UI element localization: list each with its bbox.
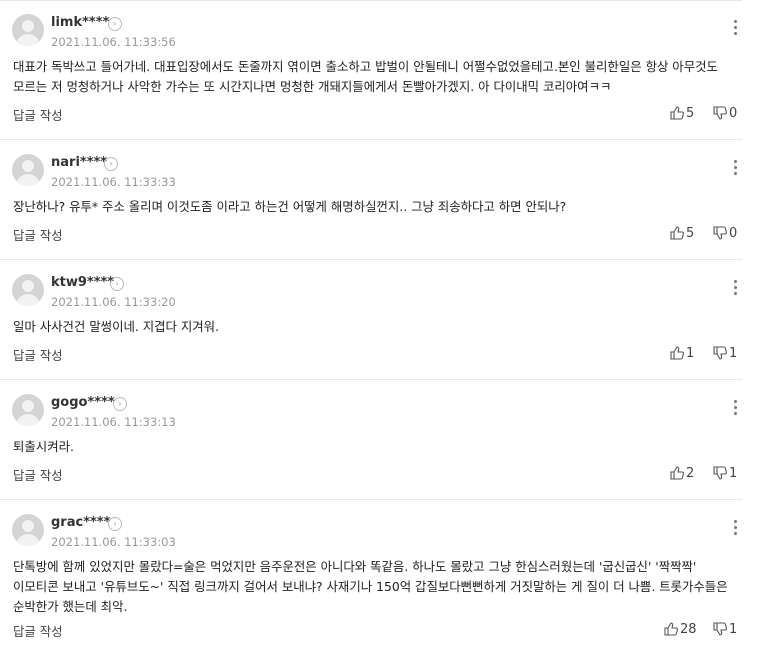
- username[interactable]: grac****: [51, 515, 110, 530]
- more-menu-icon[interactable]: [732, 160, 738, 178]
- comment-text: 대표가 독박쓰고 들어가네. 대표입장에서도 돈줄까지 엮이면 출소하고 밥벌이…: [13, 59, 718, 94]
- dislike-button[interactable]: 1: [713, 622, 737, 637]
- thumbs-up-icon: [670, 106, 684, 120]
- comment-text: 일마 사사건건 말썽이네. 지겹다 지겨워.: [13, 319, 220, 334]
- dislike-button[interactable]: 0: [713, 106, 737, 121]
- more-menu-icon[interactable]: [732, 280, 738, 298]
- dislike-count: 0: [729, 106, 738, 121]
- thumbs-down-icon: [713, 466, 727, 480]
- comment-item: nari**** › 2021.11.06. 11:33:33 장난하나? 유투…: [0, 140, 742, 260]
- timestamp: 2021.11.06. 11:33:56: [51, 35, 176, 49]
- dislike-count: 1: [729, 466, 738, 481]
- reply-button[interactable]: 답글 작성: [13, 346, 63, 364]
- user-more-icon[interactable]: ›: [113, 397, 127, 411]
- like-button[interactable]: 1: [670, 346, 694, 361]
- user-more-icon[interactable]: ›: [110, 277, 124, 291]
- avatar[interactable]: [12, 274, 44, 306]
- user-more-icon[interactable]: ›: [108, 17, 122, 31]
- thumbs-up-icon: [670, 466, 684, 480]
- comment-text: 장난하나? 유투* 주소 올리며 이것도좀 이라고 하는건 어떻게 해명하실껀지…: [13, 199, 567, 214]
- dislike-button[interactable]: 1: [713, 346, 737, 361]
- dislike-button[interactable]: 1: [713, 466, 737, 481]
- comment-text: 퇴출시켜라.: [13, 439, 74, 454]
- dislike-count: 1: [729, 622, 738, 637]
- thumbs-up-icon: [664, 622, 678, 636]
- more-menu-icon[interactable]: [732, 520, 738, 538]
- username[interactable]: gogo****: [51, 395, 115, 410]
- like-count: 28: [680, 622, 697, 637]
- avatar[interactable]: [12, 394, 44, 426]
- timestamp: 2021.11.06. 11:33:03: [51, 535, 176, 549]
- more-menu-icon[interactable]: [732, 20, 738, 38]
- username[interactable]: limk****: [51, 15, 109, 30]
- comment-text: 단톡방에 함께 있었지만 몰랐다=술은 먹었지만 음주운전은 아니다와 똑같음.…: [13, 559, 728, 614]
- like-count: 5: [686, 226, 695, 241]
- user-more-icon[interactable]: ›: [104, 157, 118, 171]
- like-button[interactable]: 28: [664, 622, 697, 637]
- thumbs-down-icon: [713, 106, 727, 120]
- username[interactable]: nari****: [51, 155, 107, 170]
- more-menu-icon[interactable]: [732, 400, 738, 418]
- like-count: 5: [686, 106, 695, 121]
- thumbs-up-icon: [670, 346, 684, 360]
- timestamp: 2021.11.06. 11:33:20: [51, 295, 176, 309]
- like-count: 1: [686, 346, 695, 361]
- avatar[interactable]: [12, 154, 44, 186]
- comment-item: gogo**** › 2021.11.06. 11:33:13 퇴출시켜라. 답…: [0, 380, 742, 500]
- like-button[interactable]: 5: [670, 226, 694, 241]
- dislike-count: 1: [729, 346, 738, 361]
- reply-button[interactable]: 답글 작성: [13, 622, 63, 640]
- reply-button[interactable]: 답글 작성: [13, 226, 63, 244]
- thumbs-down-icon: [713, 226, 727, 240]
- reply-button[interactable]: 답글 작성: [13, 466, 63, 484]
- user-more-icon[interactable]: ›: [108, 517, 122, 531]
- like-button[interactable]: 2: [670, 466, 694, 481]
- dislike-count: 0: [729, 226, 738, 241]
- thumbs-up-icon: [670, 226, 684, 240]
- timestamp: 2021.11.06. 11:33:33: [51, 175, 176, 189]
- like-button[interactable]: 5: [670, 106, 694, 121]
- comment-item: limk**** › 2021.11.06. 11:33:56 대표가 독박쓰고…: [0, 0, 742, 140]
- username[interactable]: ktw9****: [51, 275, 114, 290]
- like-count: 2: [686, 466, 695, 481]
- avatar[interactable]: [12, 14, 44, 46]
- comment-item: ktw9**** › 2021.11.06. 11:33:20 일마 사사건건 …: [0, 260, 742, 380]
- avatar[interactable]: [12, 514, 44, 546]
- comment-item: grac**** › 2021.11.06. 11:33:03 단톡방에 함께 …: [0, 500, 742, 647]
- reply-button[interactable]: 답글 작성: [13, 106, 63, 124]
- thumbs-down-icon: [713, 622, 727, 636]
- dislike-button[interactable]: 0: [713, 226, 737, 241]
- timestamp: 2021.11.06. 11:33:13: [51, 415, 176, 429]
- thumbs-down-icon: [713, 346, 727, 360]
